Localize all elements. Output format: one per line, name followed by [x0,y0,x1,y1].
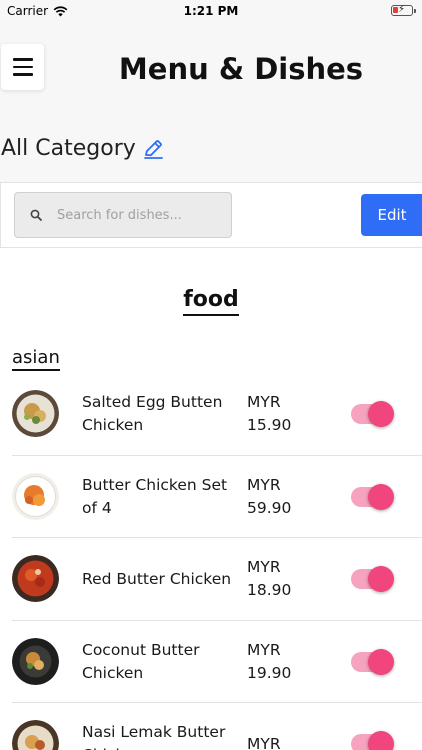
battery-icon: ⚡ [391,4,416,16]
price-amount: 59.90 [247,498,292,517]
page-title: Menu & Dishes [118,52,364,86]
dish-row[interactable]: Red Butter Chicken MYR 18.90 [12,538,422,621]
availability-toggle[interactable] [351,401,394,427]
dish-name: Salted Egg Butten Chicken [82,393,223,434]
price-amount: 18.90 [247,581,292,599]
dish-price: MYR 15.90 [247,373,291,455]
availability-toggle[interactable] [351,483,394,510]
price-currency: MYR [247,734,281,750]
dish-price: MYR 18.90 [247,538,291,620]
dish-row[interactable]: Nasi Lemak Butter Chicken MYR [12,703,422,750]
status-time: 1:21 PM [183,4,239,18]
dish-row[interactable]: Salted Egg Butten Chicken MYR 15.90 [12,373,422,456]
dish-name: Nasi Lemak Butter Chicken [82,723,226,750]
hamburger-menu-button[interactable] [1,44,44,90]
price-currency: MYR [247,558,281,576]
hamburger-icon-line [12,73,33,76]
availability-toggle[interactable] [351,648,394,675]
price-amount: 15.90 [247,416,292,434]
pencil-edit-icon[interactable] [142,138,164,160]
category-selector[interactable]: All Category [1,136,164,161]
dish-thumbnail [12,390,59,437]
dish-name: Coconut Butter Chicken [82,640,200,682]
dish-list: Salted Egg Butten Chicken MYR 15.90 Butt… [12,373,422,750]
section-title-label: food [183,287,239,316]
dish-name: Butter Chicken Set of 4 [82,475,228,517]
search-box[interactable] [14,192,232,238]
dish-thumbnail [12,637,59,685]
price-amount: 19.90 [247,663,292,682]
dish-price: MYR 59.90 [247,456,291,538]
price-currency: MYR [247,393,281,411]
hamburger-icon-line [12,65,33,69]
dish-price: MYR [247,703,281,750]
dish-row[interactable]: Butter Chicken Set of 4 MYR 59.90 [12,456,422,538]
dish-price: MYR 19.90 [247,621,291,703]
category-title: All Category [1,136,136,161]
dish-name: Red Butter Chicken [82,569,232,588]
availability-toggle[interactable] [351,731,394,750]
search-input[interactable] [57,207,227,223]
toolbar: Edit [0,182,422,248]
subsection-title: asian [12,347,60,371]
search-icon [15,209,57,221]
page-header: Menu & Dishes All Category [0,22,422,182]
dish-thumbnail [12,472,59,520]
status-bar: Carrier 1:21 PM ⚡ [0,0,422,22]
price-currency: MYR [247,640,281,659]
dish-thumbnail [12,720,59,750]
section-title: food [0,287,422,316]
dish-thumbnail [12,555,59,602]
edit-button[interactable]: Edit [361,194,422,236]
availability-toggle[interactable] [351,566,394,592]
hamburger-icon-line [12,58,33,61]
dish-row[interactable]: Coconut Butter Chicken MYR 19.90 [12,621,422,703]
price-currency: MYR [247,475,281,494]
